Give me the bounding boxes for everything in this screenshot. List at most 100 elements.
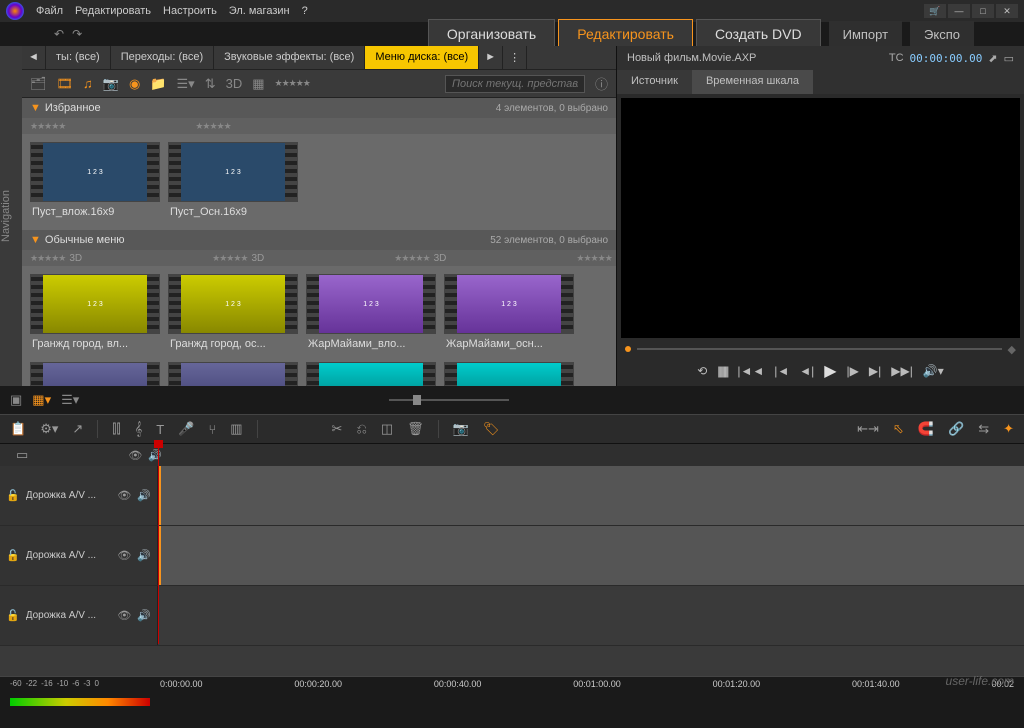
lib-tab-discmenu[interactable]: Меню диска: (все) xyxy=(365,46,479,69)
3d-icon[interactable]: 3D xyxy=(226,76,243,91)
track-header-icon[interactable]: ▭ xyxy=(16,447,28,463)
nav-tree-icon[interactable]: 🗂 xyxy=(30,76,47,92)
library-item[interactable]: 1 2 3 Пуст_влож.16x9 xyxy=(30,142,160,222)
zoom-slider[interactable] xyxy=(389,399,509,401)
prev-icon[interactable]: |◄ xyxy=(774,364,789,378)
import-button[interactable]: Импорт xyxy=(829,21,902,48)
storyboard-icon[interactable]: ▣ xyxy=(10,392,22,408)
gear-icon[interactable]: ⚙▾ xyxy=(40,421,58,437)
eye-icon[interactable]: 👁 xyxy=(128,449,142,462)
close-button[interactable]: ✕ xyxy=(996,4,1018,18)
playhead[interactable] xyxy=(158,444,159,644)
mic-icon[interactable]: 🎤 xyxy=(178,421,194,437)
lock-icon[interactable]: 🔓 xyxy=(6,549,20,562)
section-favorites[interactable]: ▼ Избранное 4 элементов, 0 выбрано xyxy=(22,98,616,118)
speaker-icon[interactable]: 🔊 xyxy=(137,489,151,502)
scrub-track[interactable] xyxy=(637,348,1002,350)
library-item[interactable]: 1 2 3 ЖарМайами_вло... xyxy=(306,274,436,354)
lock-icon[interactable]: 🔓 xyxy=(6,489,20,502)
treble-icon[interactable]: 𝄞 xyxy=(135,421,143,437)
grid-icon[interactable]: ▦ xyxy=(252,76,264,92)
film-icon[interactable]: 🎞 xyxy=(57,76,74,92)
lib-tab-types[interactable]: ты: (все) xyxy=(46,46,111,69)
search-input[interactable] xyxy=(445,75,585,93)
track-lane[interactable] xyxy=(158,466,1024,525)
sort-icon[interactable]: ⇅ xyxy=(205,76,216,92)
fork-icon[interactable]: ⑂ xyxy=(208,422,216,437)
magnet-icon[interactable]: 🧲 xyxy=(918,421,934,437)
maximize-button[interactable]: □ xyxy=(972,4,994,18)
fx-icon[interactable]: ✦ xyxy=(1003,421,1014,437)
library-item[interactable]: 1 2 3 xyxy=(168,362,298,386)
info-icon[interactable]: ⓘ xyxy=(595,74,608,93)
speaker-icon[interactable]: 🔊 xyxy=(148,449,162,462)
folder-icon[interactable]: 📁 xyxy=(150,76,166,92)
undo-icon[interactable]: ↶ xyxy=(54,27,64,41)
lib-tab-sfx[interactable]: Звуковые эффекты: (все) xyxy=(214,46,365,69)
thumb-view-icon[interactable]: ▦▾ xyxy=(32,392,51,408)
track-lane[interactable] xyxy=(158,586,1024,645)
volume-icon[interactable]: 🔊▾ xyxy=(923,364,944,378)
step-fwd-icon[interactable]: |▶ xyxy=(847,364,859,378)
speaker-icon[interactable]: 🔊 xyxy=(137,609,151,622)
snapshot-icon[interactable]: 📷 xyxy=(453,421,469,437)
popout-icon[interactable]: ⬈ xyxy=(988,52,997,65)
link-icon[interactable]: 🔗 xyxy=(948,421,964,437)
tab-timeline[interactable]: Временная шкала xyxy=(692,70,813,94)
list-view-icon[interactable]: ☰▾ xyxy=(61,392,79,408)
jog-icon[interactable]: ||||||||| xyxy=(717,364,727,378)
library-item[interactable]: 1 2 3 Гранжд город, вл... xyxy=(30,274,160,354)
ripple-icon[interactable]: ⇆ xyxy=(978,421,989,437)
next-icon[interactable]: ▶| xyxy=(869,364,881,378)
disc-icon[interactable]: ◉ xyxy=(129,76,140,92)
preview-monitor[interactable] xyxy=(621,98,1020,338)
tab-dvd[interactable]: Создать DVD xyxy=(696,19,821,49)
help-icon[interactable]: ? xyxy=(302,5,308,17)
clipboard-icon[interactable]: 📋 xyxy=(10,421,26,437)
list-icon[interactable]: ☰▾ xyxy=(177,76,195,92)
menu-setup[interactable]: Настроить xyxy=(163,5,217,17)
speaker-icon[interactable]: 🔊 xyxy=(137,549,151,562)
lib-tab-prev[interactable]: ◄ xyxy=(22,46,46,69)
goto-end-icon[interactable]: ▶▶| xyxy=(891,364,913,378)
fullscreen-icon[interactable]: ▭ xyxy=(1004,52,1014,65)
library-item[interactable]: 1 2 3 xyxy=(306,362,436,386)
tab-organize[interactable]: Организовать xyxy=(428,19,555,49)
scrub-start[interactable] xyxy=(625,346,631,352)
mixer-icon[interactable]: ⫿⫿ xyxy=(112,421,120,437)
split-icon[interactable]: ⎌ xyxy=(356,421,366,437)
redo-icon[interactable]: ↷ xyxy=(72,27,82,41)
razor-icon[interactable]: ✂ xyxy=(332,421,343,437)
library-item[interactable]: 1 2 3 xyxy=(444,362,574,386)
menu-estore[interactable]: Эл. магазин xyxy=(229,5,290,17)
snap-icon[interactable]: ⬁ xyxy=(893,421,904,437)
time-ruler[interactable]: 0:00:00.0000:00:20.0000:00:40.0000:01:00… xyxy=(160,679,1014,689)
rating-filter[interactable]: ★★★★★ xyxy=(275,78,310,89)
delete-icon[interactable]: 🗑 xyxy=(407,421,424,437)
section-normal[interactable]: ▼ Обычные меню 52 элементов, 0 выбрано xyxy=(22,230,616,250)
timecode[interactable]: 00:00:00.00 xyxy=(910,52,983,65)
menu-edit[interactable]: Редактировать xyxy=(75,5,151,17)
lib-tab-more[interactable]: ⋮ xyxy=(503,46,527,69)
tab-edit[interactable]: Редактировать xyxy=(558,19,693,49)
cart-icon[interactable]: 🛒 xyxy=(924,4,946,18)
lib-tab-next[interactable]: ► xyxy=(479,46,503,69)
chapter-icon[interactable]: ▥ xyxy=(230,421,242,437)
menu-file[interactable]: Файл xyxy=(36,5,63,17)
loop-icon[interactable]: ⟲ xyxy=(697,364,707,378)
track-lane[interactable] xyxy=(158,526,1024,585)
music-icon[interactable]: ♫ xyxy=(83,76,93,91)
eye-icon[interactable]: 👁 xyxy=(117,549,131,562)
nav-strip[interactable]: Navigation xyxy=(0,46,22,386)
minimize-button[interactable]: — xyxy=(948,4,970,18)
export-button[interactable]: Экспо xyxy=(910,21,974,48)
lock-icon[interactable]: 🔓 xyxy=(6,609,20,622)
arrow-icon[interactable]: ↗ xyxy=(72,421,83,437)
goto-start-icon[interactable]: |◄◄ xyxy=(737,364,764,378)
library-item[interactable]: 1 2 3 xyxy=(30,362,160,386)
tab-source[interactable]: Источник xyxy=(617,70,692,94)
trim-icon[interactable]: ◫ xyxy=(381,421,393,437)
marker-icon[interactable]: 🏷 xyxy=(483,421,500,437)
library-item[interactable]: 1 2 3 Пуст_Осн.16x9 xyxy=(168,142,298,222)
lib-tab-transitions[interactable]: Переходы: (все) xyxy=(111,46,214,69)
